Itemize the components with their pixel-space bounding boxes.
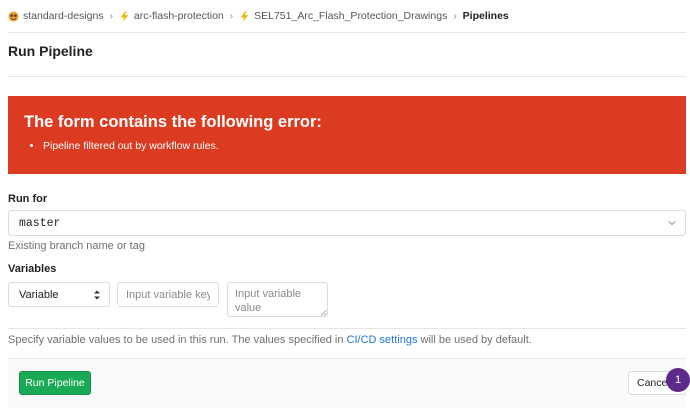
title-divider <box>8 76 686 77</box>
breadcrumb-item-group[interactable]: standard-designs <box>8 10 104 22</box>
error-item: Pipeline filtered out by workflow rules. <box>43 140 670 152</box>
variables-label: Variables <box>8 263 57 275</box>
variable-key-input[interactable] <box>117 282 219 307</box>
chevron-down-icon <box>668 221 676 226</box>
ci-cd-settings-link[interactable]: CI/CD settings <box>347 334 418 346</box>
breadcrumb-item-subproject[interactable]: SEL751_Arc_Flash_Protection_Drawings <box>239 10 447 22</box>
breadcrumb-label: Pipelines <box>462 10 509 22</box>
chevron-right-icon: › <box>109 10 113 22</box>
breadcrumb-item-project[interactable]: arc-flash-protection <box>119 10 224 22</box>
variables-help-text: Specify variable values to be used in th… <box>8 334 532 346</box>
run-pipeline-button[interactable]: Run Pipeline <box>19 371 91 395</box>
lightning-icon <box>240 10 249 22</box>
group-avatar-icon <box>8 10 19 22</box>
breadcrumb-item-pipelines[interactable]: Pipelines <box>463 10 509 22</box>
variables-divider <box>8 328 686 329</box>
variable-type-value: Variable <box>19 288 59 301</box>
ref-select-value: master <box>19 216 61 230</box>
run-for-label: Run for <box>8 193 48 205</box>
header-divider <box>8 32 686 33</box>
breadcrumb-label: SEL751_Arc_Flash_Protection_Drawings <box>254 10 448 22</box>
breadcrumb: standard-designs › arc-flash-protection … <box>8 8 509 24</box>
variables-help-suffix: will be used by default. <box>417 334 532 346</box>
variables-help-prefix: Specify variable values to be used in th… <box>8 334 347 346</box>
form-actions <box>8 358 686 408</box>
error-alert: The form contains the following error: P… <box>8 96 686 174</box>
chevron-right-icon: › <box>229 10 234 22</box>
error-title: The form contains the following error: <box>24 113 322 131</box>
ref-select[interactable]: master <box>8 210 686 236</box>
resize-grip-icon[interactable] <box>320 309 327 316</box>
breadcrumb-label: standard-designs <box>23 10 104 22</box>
variable-value-input[interactable] <box>227 282 328 317</box>
lightning-icon <box>120 10 129 22</box>
error-list: Pipeline filtered out by workflow rules. <box>43 140 670 152</box>
chevron-right-icon: › <box>453 10 457 22</box>
breadcrumb-label: arc-flash-protection <box>133 10 224 22</box>
sort-arrows-icon <box>94 290 100 300</box>
page-title: Run Pipeline <box>8 43 93 59</box>
notification-badge[interactable]: 1 <box>666 368 690 392</box>
variable-type-select[interactable]: Variable <box>8 282 110 307</box>
ref-help-text: Existing branch name or tag <box>8 240 145 252</box>
